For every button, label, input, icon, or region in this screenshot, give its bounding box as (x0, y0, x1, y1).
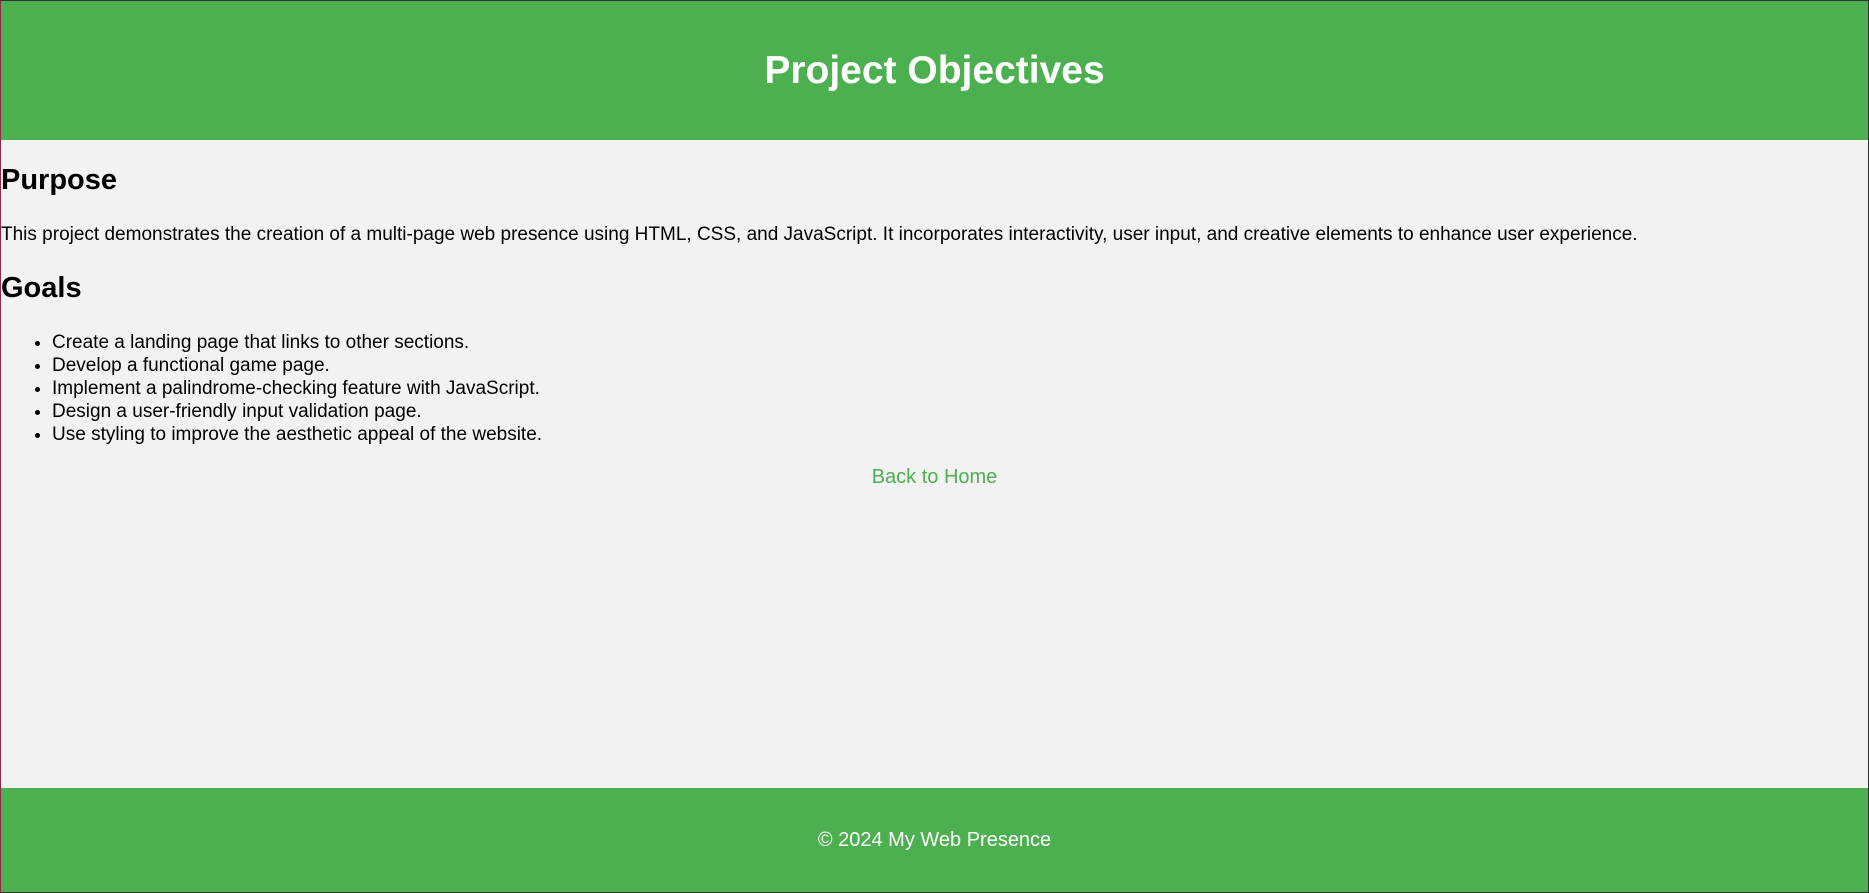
site-footer: © 2024 My Web Presence (1, 788, 1868, 892)
purpose-heading: Purpose (1, 164, 118, 196)
back-to-home-link[interactable]: Back to Home (872, 466, 998, 488)
goals-heading: Goals (1, 272, 82, 304)
list-item: Develop a functional game page. (52, 354, 542, 377)
list-item: Create a landing page that links to othe… (52, 331, 542, 354)
footer-copyright: © 2024 My Web Presence (817, 829, 1052, 851)
list-item: Design a user-friendly input validation … (52, 400, 542, 423)
site-header: Project Objectives (1, 1, 1868, 140)
back-link-container: Back to Home (1, 465, 1868, 489)
page-title: Project Objectives (764, 49, 1105, 92)
list-item: Implement a palindrome-checking feature … (52, 377, 542, 400)
list-item: Use styling to improve the aesthetic app… (52, 423, 542, 446)
purpose-paragraph: This project demonstrates the creation o… (1, 224, 1638, 245)
goals-list: Create a landing page that links to othe… (1, 331, 542, 446)
